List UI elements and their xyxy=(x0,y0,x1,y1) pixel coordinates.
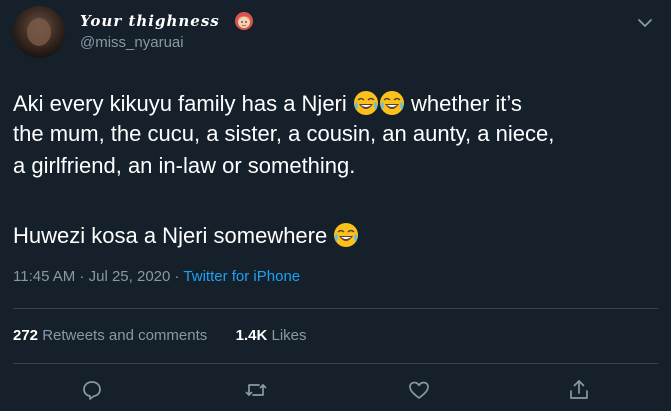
share-icon[interactable] xyxy=(567,378,591,402)
tweet-source-link[interactable]: Twitter for iPhone xyxy=(183,268,300,285)
divider xyxy=(13,308,658,309)
retweets-label: Retweets and comments xyxy=(38,327,208,344)
tweet-stats: 272 Retweets and comments 1.4K Likes xyxy=(13,327,307,344)
meta-separator: · xyxy=(75,268,89,285)
likes-stat[interactable]: 1.4K Likes xyxy=(236,327,307,344)
tweet-text-line-4: Huwezi kosa a Njeri somewhere xyxy=(13,222,359,249)
laughing-emoji-icon xyxy=(379,91,404,115)
tweet-card: Your thighness @miss_nyaruai Aki every k… xyxy=(0,0,671,411)
tweet-time[interactable]: 11:45 AM xyxy=(13,268,75,285)
laughing-emoji-icon xyxy=(334,223,359,247)
retweets-count: 272 xyxy=(13,327,39,344)
retweet-icon[interactable] xyxy=(244,378,268,402)
tweet-date[interactable]: Jul 25, 2020 xyxy=(89,268,171,285)
display-name[interactable]: Your thighness xyxy=(80,12,220,30)
chevron-down-icon[interactable] xyxy=(634,12,656,34)
tweet-text-line-3: a girlfriend, an in-law or something. xyxy=(13,153,356,178)
likes-label: Likes xyxy=(267,327,307,344)
meta-separator: · xyxy=(170,268,184,285)
tweet-timestamp: 11:45 AM · Jul 25, 2020 · Twitter for iP… xyxy=(13,268,300,285)
tweet-actions-bar xyxy=(0,369,671,409)
tweet-text-line-2: the mum, the cucu, a sister, a cousin, a… xyxy=(13,121,555,146)
retweets-stat[interactable]: 272 Retweets and comments xyxy=(13,327,207,344)
reply-icon[interactable] xyxy=(80,378,104,402)
tweet-text-line-1: Aki every kikuyu family has a Njeri whet… xyxy=(13,90,522,117)
tweet-text-segment: Huwezi kosa a Njeri somewhere xyxy=(13,223,334,248)
likes-count: 1.4K xyxy=(235,327,268,344)
heart-icon[interactable] xyxy=(407,378,431,402)
tweet-text-segment: Aki every kikuyu family has a Njeri xyxy=(13,91,353,116)
divider xyxy=(13,363,658,364)
tweet-text-segment: whether it’s xyxy=(404,91,522,116)
woman-emoji-icon xyxy=(235,12,253,30)
avatar[interactable] xyxy=(13,6,65,58)
laughing-emoji-icon xyxy=(353,91,378,115)
user-handle[interactable]: @miss_nyaruai xyxy=(80,34,184,51)
